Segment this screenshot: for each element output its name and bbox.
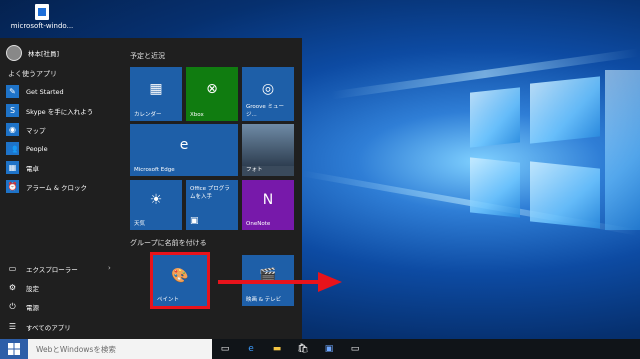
tile-calendar[interactable]: ▦ カレンダー	[130, 67, 182, 121]
file-icon	[35, 4, 49, 20]
most-used-header: よく使うアプリ	[8, 70, 57, 78]
desktop-shortcut[interactable]: microsoft-windo...	[2, 4, 82, 30]
tile-weather[interactable]: ☀ 天気	[130, 180, 182, 230]
app-get-started[interactable]: ✎ Get Started	[6, 84, 64, 99]
store-icon[interactable]: 🛍	[292, 339, 314, 359]
tile-edge[interactable]: e Microsoft Edge	[130, 124, 238, 176]
power-icon: ⏻	[9, 301, 16, 311]
alarm-clock-icon: ⏰	[6, 180, 19, 193]
tile-label: Xbox	[190, 112, 204, 118]
app-label: Get Started	[26, 87, 64, 96]
task-view-icon[interactable]: ▭	[214, 339, 236, 359]
gear-icon: ⚙	[8, 283, 17, 292]
map-icon: ◉	[6, 123, 19, 136]
edge-taskbar-icon[interactable]: e	[240, 339, 262, 359]
app-label: Skype を手に入れよう	[26, 107, 94, 116]
office-icon: ▣	[190, 216, 199, 226]
skype-icon: S	[6, 104, 19, 117]
app-label: 電卓	[26, 164, 39, 173]
photos-icon	[242, 124, 294, 166]
power-label: 電源	[26, 303, 39, 312]
calculator-icon: ▦	[6, 161, 19, 174]
weather-icon: ☀	[149, 192, 163, 208]
power-item[interactable]: ⏻ 電源	[6, 299, 39, 314]
chevron-right-icon[interactable]: ›	[108, 264, 111, 272]
xbox-icon: ⊗	[206, 81, 218, 97]
app-skype[interactable]: S Skype を手に入れよう	[6, 103, 93, 118]
all-apps-label: すべてのアプリ	[26, 323, 71, 332]
avatar	[6, 45, 22, 61]
app-label: マップ	[26, 126, 46, 135]
user-account[interactable]: 林本[社員]	[6, 45, 59, 61]
tile-label: カレンダー	[134, 112, 162, 118]
app-label: アラーム & クロック	[26, 183, 88, 192]
group2-header: グループに名前を付ける	[130, 239, 207, 247]
explorer-label: エクスプローラー	[26, 265, 78, 274]
windows-logo-icon	[8, 343, 20, 355]
folder-icon: ▭	[8, 264, 17, 273]
settings-label: 設定	[26, 284, 39, 293]
app-maps[interactable]: ◉ マップ	[6, 122, 46, 137]
all-apps-item[interactable]: ☰ すべてのアプリ	[6, 319, 71, 334]
file-explorer-icon[interactable]: ▬	[266, 339, 288, 359]
user-name: 林本[社員]	[28, 50, 60, 58]
arrow-right-icon	[218, 272, 342, 292]
tile-label: Microsoft Edge	[134, 167, 175, 173]
people-icon: 👥	[6, 142, 19, 155]
onenote-icon: N	[262, 192, 274, 208]
settings-item[interactable]: ⚙ 設定	[6, 280, 39, 295]
lightbulb-icon: ✎	[6, 85, 19, 98]
group1-header: 予定と近況	[130, 52, 165, 60]
tile-label: Office プログラムを入手	[190, 186, 230, 200]
tile-label: OneNote	[246, 221, 271, 227]
search-box[interactable]: WebとWindowsを検索	[28, 339, 212, 359]
window-icon[interactable]: ▣	[318, 339, 340, 359]
edge-icon: e	[179, 137, 189, 153]
tile-office[interactable]: Office プログラムを入手 ▣	[186, 180, 238, 230]
tile-label: 天気	[134, 221, 146, 227]
calendar-icon: ▦	[149, 81, 163, 97]
highlight-box	[150, 252, 210, 309]
tile-xbox[interactable]: ⊗ Xbox	[186, 67, 238, 121]
app-alarm-clock[interactable]: ⏰ アラーム & クロック	[6, 179, 87, 194]
start-button[interactable]	[0, 339, 28, 359]
taskbar: WebとWindowsを検索 ▭ e ▬ 🛍 ▣ ▭	[0, 339, 640, 359]
tile-label: フォト	[246, 167, 263, 173]
tile-photos[interactable]: フォト	[242, 124, 294, 176]
search-placeholder: WebとWindowsを検索	[36, 344, 116, 354]
app-label: People	[26, 144, 48, 153]
app-calculator[interactable]: ▦ 電卓	[6, 160, 39, 175]
display-icon[interactable]: ▭	[344, 339, 366, 359]
app-people[interactable]: 👥 People	[6, 141, 48, 156]
all-apps-icon: ☰	[8, 322, 17, 331]
explorer-item[interactable]: ▭ エクスプローラー	[6, 261, 78, 276]
tile-onenote[interactable]: N OneNote	[242, 180, 294, 230]
tile-label: Groove ミュージ...	[246, 104, 285, 118]
tile-label: 映画 & テレビ	[246, 297, 282, 303]
desktop-shortcut-label: microsoft-windo...	[10, 22, 74, 30]
tile-groove[interactable]: ◎ Groove ミュージ...	[242, 67, 294, 121]
